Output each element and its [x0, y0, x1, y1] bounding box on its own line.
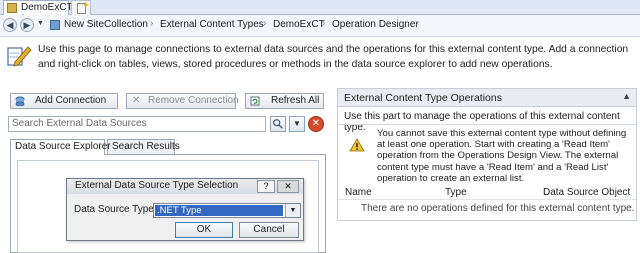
warning-message: You cannot save this external content ty…: [377, 128, 627, 184]
add-connection-icon: [15, 96, 25, 106]
close-icon: ✕: [284, 181, 292, 191]
data-source-type-select[interactable]: .NET Type ▼: [153, 203, 301, 218]
add-connection-button[interactable]: Add Connection: [10, 93, 118, 109]
refresh-icon: [250, 96, 260, 106]
breadcrumb-external-content-types[interactable]: External Content Types: [160, 19, 264, 30]
data-source-type-value: .NET Type: [155, 205, 283, 216]
divider: [338, 124, 636, 125]
chevron-down-icon: ▼: [293, 119, 301, 128]
data-source-type-dialog: External Data Source Type Selection ? ✕ …: [66, 178, 304, 241]
remove-icon: ✕: [132, 95, 141, 106]
breadcrumb-separator: ›: [263, 18, 267, 29]
breadcrumb-site[interactable]: New SiteCollection: [64, 19, 148, 30]
operations-panel-title: External Content Type Operations: [344, 92, 502, 104]
collapse-icon[interactable]: ▲: [622, 91, 631, 101]
remove-connection-label: Remove Connection: [148, 95, 239, 106]
refresh-all-button[interactable]: Refresh All: [245, 93, 324, 109]
tab-data-source-explorer[interactable]: Data Source Explorer: [10, 139, 111, 155]
tab-search-results[interactable]: Search Results: [107, 139, 180, 154]
forward-arrow-icon[interactable]: ▶: [20, 18, 34, 32]
dialog-title: External Data Source Type Selection: [75, 180, 239, 191]
column-header-name[interactable]: Name: [345, 187, 372, 198]
add-connection-label: Add Connection: [35, 95, 107, 106]
breadcrumb: ◀ ▶ ▼ New SiteCollection › External Cont…: [0, 15, 640, 37]
cancel-button[interactable]: Cancel: [239, 222, 299, 238]
chevron-down-icon[interactable]: ▼: [285, 204, 300, 217]
breadcrumb-separator: ›: [150, 18, 154, 29]
ok-button[interactable]: OK: [175, 222, 233, 238]
back-arrow-icon[interactable]: ◀: [3, 18, 17, 32]
dialog-title-bar[interactable]: External Data Source Type Selection ? ✕: [67, 179, 303, 194]
close-icon: ✕: [311, 118, 321, 129]
remove-connection-button[interactable]: ✕ Remove Connection: [126, 93, 239, 109]
external-content-type-icon: [7, 3, 17, 13]
search-icon: [273, 119, 283, 129]
warning-icon: [349, 138, 365, 152]
design-pencil-icon: [7, 46, 32, 67]
data-source-type-label: Data Source Type: [74, 204, 154, 215]
document-tab[interactable]: DemoExCT *: [3, 0, 73, 24]
column-header-data-source-object[interactable]: Data Source Object: [543, 187, 630, 198]
search-button[interactable]: [270, 116, 286, 132]
help-button[interactable]: ?: [257, 180, 275, 193]
page-description: Use this page to manage connections to e…: [38, 44, 629, 70]
breadcrumb-demoexct[interactable]: DemoExCT: [273, 19, 325, 30]
refresh-all-label: Refresh All: [271, 95, 320, 106]
new-star-icon: ✦: [82, 0, 90, 10]
breadcrumb-separator: ›: [415, 18, 419, 29]
site-icon: [50, 20, 60, 30]
search-options-button[interactable]: ▼: [289, 116, 305, 132]
clear-search-button[interactable]: ✕: [308, 116, 324, 132]
breadcrumb-operation-designer[interactable]: Operation Designer: [332, 19, 419, 30]
column-header-type[interactable]: Type: [445, 187, 467, 198]
history-dropdown-icon[interactable]: ▼: [37, 20, 44, 27]
search-input[interactable]: Search External Data Sources: [8, 116, 266, 132]
empty-operations-message: There are no operations defined for this…: [361, 203, 635, 214]
breadcrumb-separator: ›: [322, 18, 326, 29]
divider: [338, 199, 636, 200]
operations-panel-header[interactable]: External Content Type Operations ▲: [337, 88, 637, 107]
new-tab-button[interactable]: ✦: [71, 0, 91, 15]
dialog-close-button[interactable]: ✕: [277, 180, 299, 193]
document-tab-strip: [0, 0, 640, 15]
